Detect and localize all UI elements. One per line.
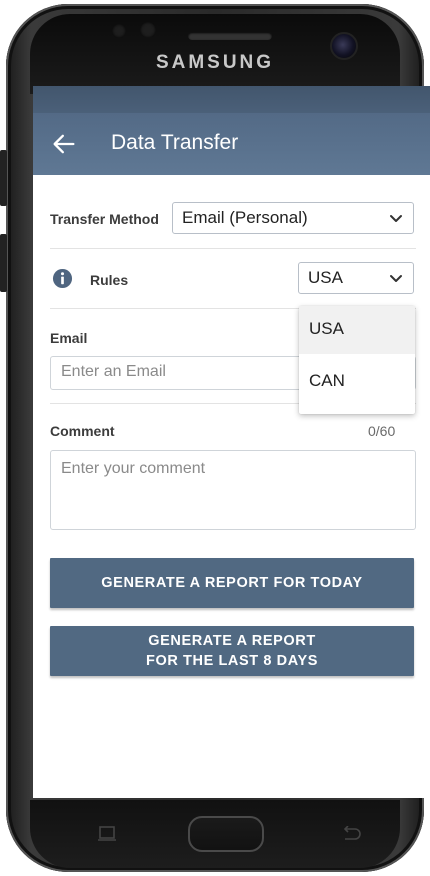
divider (50, 248, 416, 249)
info-circle-icon[interactable] (52, 268, 73, 289)
sensor-icon (140, 22, 156, 38)
chevron-down-icon (390, 275, 402, 282)
transfer-method-select[interactable]: Email (Personal) (172, 202, 414, 234)
transfer-method-label: Transfer Method (50, 211, 159, 227)
back-key-icon[interactable] (340, 826, 362, 842)
earpiece-speaker (188, 32, 272, 40)
app-screen: Data Transfer (33, 86, 430, 798)
dropdown-option-can[interactable]: CAN (299, 358, 415, 406)
recent-apps-icon[interactable] (96, 826, 118, 842)
email-placeholder: Enter an Email (61, 363, 166, 380)
dropdown-option-label: USA (309, 319, 344, 338)
transfer-method-value: Email (Personal) (182, 208, 308, 227)
status-bar (33, 86, 430, 113)
volume-button (0, 150, 7, 206)
sensor-icon (112, 24, 126, 38)
generate-today-label: GENERATE A REPORT FOR TODAY (101, 575, 363, 591)
comment-textarea[interactable]: Enter your comment (50, 450, 416, 530)
email-label: Email (50, 330, 88, 346)
comment-placeholder: Enter your comment (61, 460, 206, 477)
power-button (0, 234, 7, 292)
rules-select[interactable]: USA (298, 262, 414, 294)
rules-row: Rules USA (50, 262, 416, 296)
brand-logo: SAMSUNG (155, 52, 275, 73)
dropdown-option-usa[interactable]: USA (299, 306, 415, 354)
dropdown-option-label: CAN (309, 371, 345, 390)
rules-dropdown-menu: USA CAN (299, 306, 415, 414)
arrow-left-icon[interactable] (50, 130, 78, 158)
generate-last-8-days-line1: GENERATE A REPORT (148, 633, 316, 649)
comment-label: Comment (50, 423, 115, 439)
page-title: Data Transfer (111, 131, 239, 154)
transfer-method-row: Transfer Method Email (Personal) (50, 202, 416, 238)
home-button[interactable] (188, 816, 264, 852)
rules-value: USA (308, 268, 343, 287)
generate-last-8-days-line2: FOR THE LAST 8 DAYS (146, 653, 318, 669)
generate-last-8-days-button[interactable]: GENERATE A REPORT FOR THE LAST 8 DAYS (50, 626, 414, 676)
comment-counter: 0/60 (368, 423, 396, 439)
generate-today-button[interactable]: GENERATE A REPORT FOR TODAY (50, 558, 414, 608)
chevron-down-icon (390, 215, 402, 222)
rules-label: Rules (90, 272, 129, 288)
app-bar: Data Transfer (33, 113, 430, 175)
